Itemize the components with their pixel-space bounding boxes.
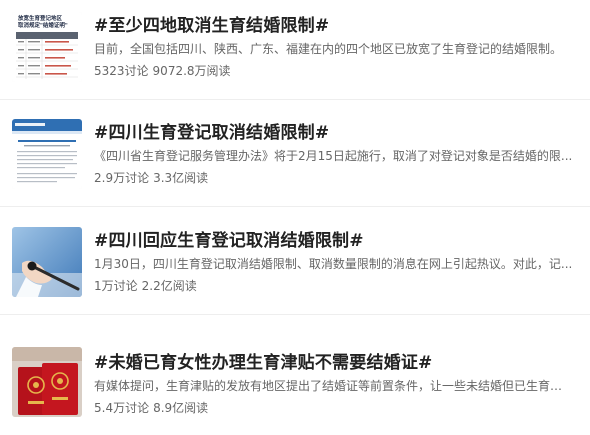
thumb-caption-line-1: 放宽生育登记地区 <box>17 14 63 22</box>
view-count: 9072.8万阅读 <box>152 64 231 78</box>
microphone-icon[interactable] <box>12 227 82 297</box>
topic-stats: 5323讨论 9072.8万阅读 <box>94 62 231 79</box>
topic-title[interactable]: #未婚已育女性办理生育津贴不需要结婚证# <box>94 348 433 373</box>
government-webpage-icon[interactable] <box>12 119 82 189</box>
topic-item[interactable]: #四川生育登记取消结婚限制# 《四川省生育登记服务管理办法》将于2月15日起施行… <box>0 107 590 207</box>
topic-title[interactable]: #至少四地取消生育结婚限制# <box>94 11 329 36</box>
topic-title[interactable]: #四川回应生育登记取消结婚限制# <box>94 226 364 251</box>
table-document-icon[interactable]: 放宽生育登记地区 取消规定"结婚证明" <box>12 12 82 82</box>
view-count: 8.9亿阅读 <box>153 401 209 415</box>
topic-stats: 5.4万讨论 8.9亿阅读 <box>94 399 208 416</box>
topic-summary: 1月30日，四川生育登记取消结婚限制、取消数量限制的消息在网上引起热议。对此，记… <box>94 257 573 271</box>
discussion-count: 2.9万讨论 <box>94 171 150 185</box>
discussion-count: 5.4万讨论 <box>94 401 150 415</box>
topic-summary: 《四川省生育登记服务管理办法》将于2月15日起施行，取消了对登记对象是否结婚的限… <box>94 149 573 163</box>
view-count: 3.3亿阅读 <box>153 171 209 185</box>
topic-title[interactable]: #四川生育登记取消结婚限制# <box>94 118 329 143</box>
discussion-count: 5323讨论 <box>94 64 149 78</box>
topic-feed: 放宽生育登记地区 取消规定"结婚证明" #至少四地取消生育结婚限制# 目前，全国… <box>0 0 590 431</box>
topic-stats: 2.9万讨论 3.3亿阅读 <box>94 169 208 186</box>
topic-item[interactable]: 放宽生育登记地区 取消规定"结婚证明" #至少四地取消生育结婚限制# 目前，全国… <box>0 0 590 100</box>
marriage-certificate-icon[interactable] <box>12 347 82 417</box>
topic-summary: 目前，全国包括四川、陕西、广东、福建在内的四个地区已放宽了生育登记的结婚限制。 <box>94 42 563 56</box>
topic-summary: 有媒体提问，生育津贴的发放有地区提出了结婚证等前置条件，让一些未结婚但已生育的女… <box>94 379 574 393</box>
topic-item[interactable]: #未婚已育女性办理生育津贴不需要结婚证# 有媒体提问，生育津贴的发放有地区提出了… <box>0 335 590 435</box>
topic-item[interactable]: #四川回应生育登记取消结婚限制# 1月30日，四川生育登记取消结婚限制、取消数量… <box>0 215 590 315</box>
view-count: 2.2亿阅读 <box>141 279 197 293</box>
topic-stats: 1万讨论 2.2亿阅读 <box>94 277 197 294</box>
thumb-caption-line-2: 取消规定"结婚证明" <box>18 21 68 29</box>
discussion-count: 1万讨论 <box>94 279 138 293</box>
